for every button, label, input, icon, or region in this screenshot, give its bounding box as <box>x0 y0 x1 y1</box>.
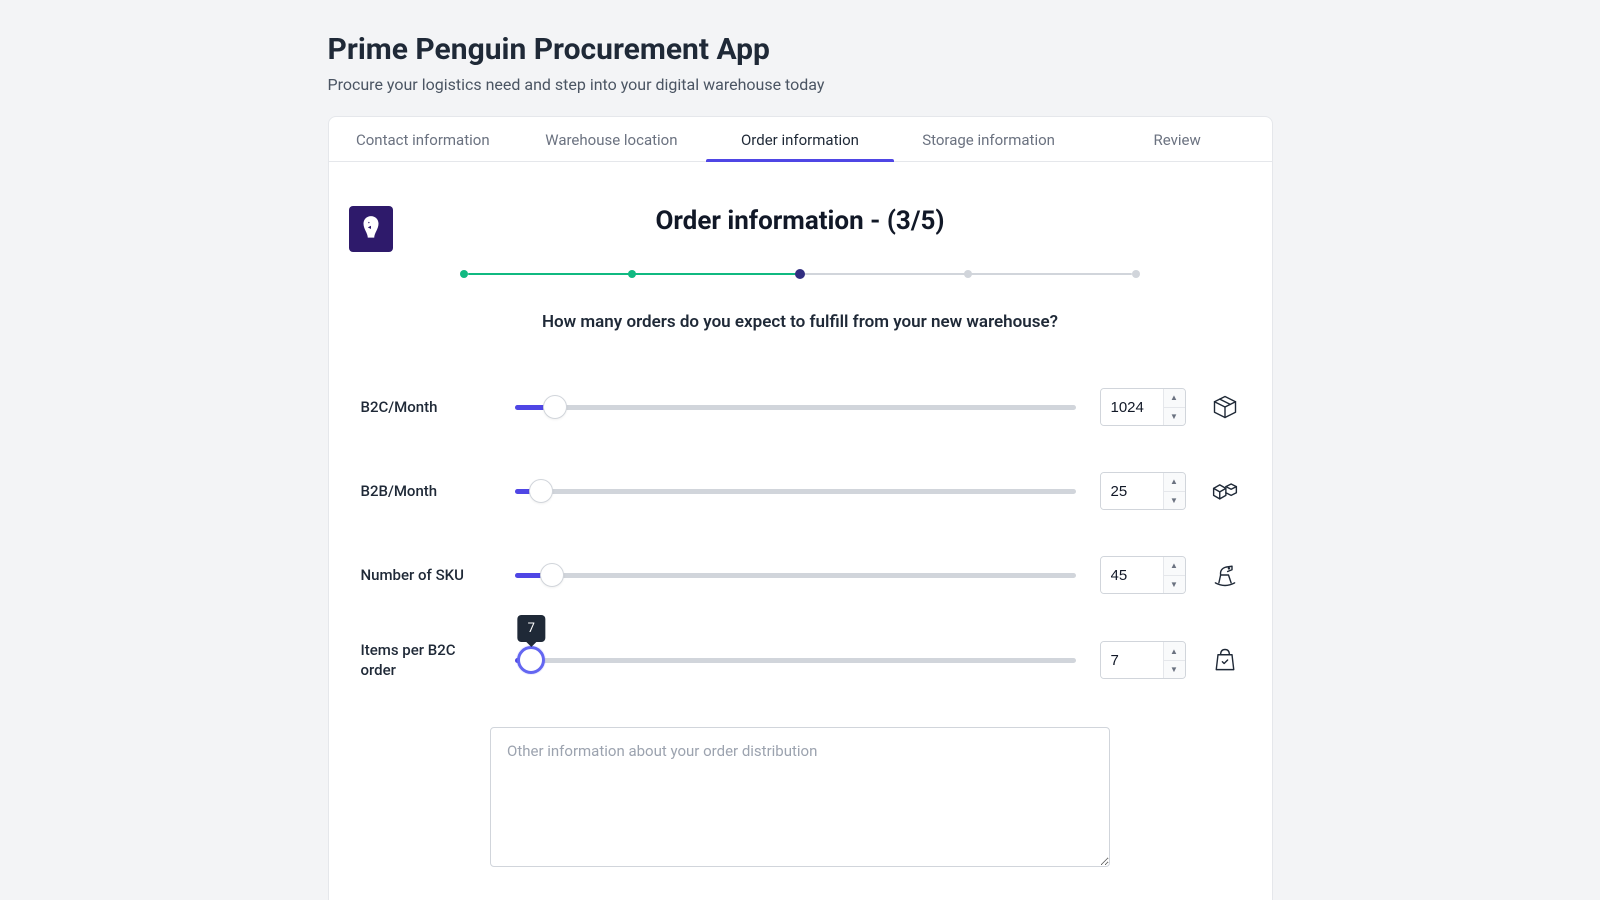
tab-order-information[interactable]: Order information <box>706 117 895 161</box>
step-progress <box>464 270 1136 278</box>
b2b-step-down-button[interactable]: ▼ <box>1164 492 1185 510</box>
stepper-dot-3 <box>795 269 805 279</box>
page-title: Prime Penguin Procurement App <box>328 32 1273 67</box>
rocking-horse-icon <box>1210 561 1240 589</box>
row-b2b: B2B/Month ▲▼ <box>361 472 1240 510</box>
stepper-dot-1 <box>460 270 468 278</box>
other-info-textarea[interactable] <box>490 727 1110 867</box>
row-b2c: B2C/Month ▲▼ <box>361 388 1240 426</box>
brand-logo-icon <box>349 206 393 252</box>
items-label: Items per B2C order <box>361 640 491 681</box>
row-sku: Number of SKU ▲▼ <box>361 556 1240 594</box>
tab-warehouse-location[interactable]: Warehouse location <box>517 117 706 161</box>
step-title: Order information - (3/5) <box>345 206 1256 236</box>
tab-contact-information[interactable]: Contact information <box>329 117 518 161</box>
b2c-slider[interactable] <box>515 395 1076 419</box>
page-container: Prime Penguin Procurement App Procure yo… <box>328 0 1273 900</box>
items-slider[interactable]: 7 <box>515 648 1076 672</box>
items-slider-tooltip: 7 <box>518 615 545 642</box>
b2c-step-down-button[interactable]: ▼ <box>1164 408 1185 426</box>
b2b-slider[interactable] <box>515 479 1076 503</box>
tab-review[interactable]: Review <box>1083 117 1272 161</box>
sku-step-up-button[interactable]: ▲ <box>1164 557 1185 576</box>
boxes-icon <box>1210 477 1240 505</box>
b2c-number-input[interactable] <box>1101 389 1163 425</box>
b2c-label: B2C/Month <box>361 397 491 417</box>
tabs: Contact informationWarehouse locationOrd… <box>329 117 1272 162</box>
b2b-number-input-group: ▲▼ <box>1100 472 1186 510</box>
content-area: Order information - (3/5) How many order… <box>329 162 1272 900</box>
items-step-up-button[interactable]: ▲ <box>1164 642 1185 661</box>
stepper-dot-4 <box>964 270 972 278</box>
sku-slider-thumb[interactable] <box>540 563 564 587</box>
b2b-slider-thumb[interactable] <box>529 479 553 503</box>
b2b-number-input[interactable] <box>1101 473 1163 509</box>
bag-icon <box>1210 646 1240 674</box>
b2c-step-up-button[interactable]: ▲ <box>1164 389 1185 408</box>
tab-storage-information[interactable]: Storage information <box>894 117 1083 161</box>
form-rows: B2C/Month▲▼B2B/Month▲▼Number of SKU▲▼Ite… <box>345 388 1256 681</box>
items-number-input-group: ▲▼ <box>1100 641 1186 679</box>
b2b-step-up-button[interactable]: ▲ <box>1164 473 1185 492</box>
page-subtitle: Procure your logistics need and step int… <box>328 75 1273 94</box>
sku-label: Number of SKU <box>361 565 491 585</box>
b2b-label: B2B/Month <box>361 481 491 501</box>
row-items: Items per B2C order 7 ▲▼ <box>361 640 1240 681</box>
sku-slider[interactable] <box>515 563 1076 587</box>
b2c-number-input-group: ▲▼ <box>1100 388 1186 426</box>
sku-number-input[interactable] <box>1101 557 1163 593</box>
stepper-dot-5 <box>1132 270 1140 278</box>
box-icon <box>1210 393 1240 421</box>
b2c-slider-thumb[interactable] <box>543 395 567 419</box>
items-step-down-button[interactable]: ▼ <box>1164 661 1185 679</box>
sku-number-input-group: ▲▼ <box>1100 556 1186 594</box>
stepper-dot-2 <box>628 270 636 278</box>
sku-step-down-button[interactable]: ▼ <box>1164 576 1185 594</box>
items-number-input[interactable] <box>1101 642 1163 678</box>
main-card: Contact informationWarehouse locationOrd… <box>328 116 1273 900</box>
step-question: How many orders do you expect to fulfill… <box>345 312 1256 332</box>
